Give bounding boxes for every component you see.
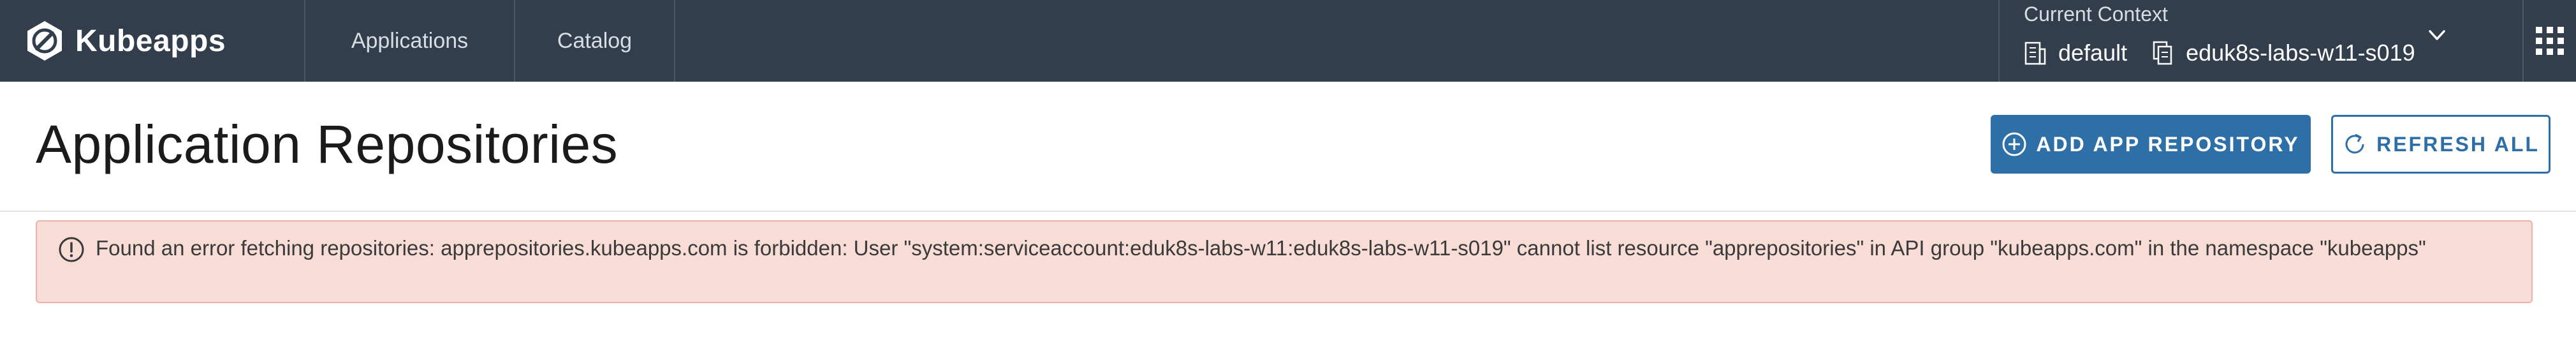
context-cluster: default (2058, 40, 2128, 66)
brand-name: Kubeapps (75, 24, 226, 58)
context-values: default eduk8s-labs-w11-s019 (2024, 40, 2415, 66)
context-selector[interactable]: Current Context default eduk8s-labs-w11-… (1998, 0, 2467, 82)
context-namespace: eduk8s-labs-w11-s019 (2186, 40, 2415, 66)
exclamation-circle-icon (59, 237, 84, 262)
error-alert: Found an error fetching repositories: ap… (36, 220, 2533, 303)
page-title: Application Repositories (36, 114, 618, 174)
context-title: Current Context (2024, 3, 2168, 26)
apps-menu-button[interactable] (2522, 0, 2576, 82)
top-header: Kubeapps Applications Catalog Current Co… (0, 0, 2576, 82)
plus-circle-icon (2002, 132, 2026, 156)
chevron-down-icon[interactable] (2426, 24, 2448, 46)
add-app-repository-button[interactable]: ADD APP REPOSITORY (1991, 115, 2311, 174)
building-icon (2024, 41, 2046, 65)
add-button-label: ADD APP REPOSITORY (2036, 132, 2300, 156)
nav-applications[interactable]: Applications (305, 0, 514, 82)
copy-icon (2153, 41, 2172, 65)
divider (0, 211, 2576, 212)
kubeapps-logo-icon (27, 21, 62, 61)
brand[interactable]: Kubeapps (0, 0, 304, 82)
refresh-icon (2345, 133, 2364, 154)
refresh-all-button[interactable]: REFRESH ALL (2331, 115, 2550, 174)
refresh-button-label: REFRESH ALL (2376, 132, 2540, 156)
nav-catalog[interactable]: Catalog (515, 0, 674, 82)
error-message: Found an error fetching repositories: ap… (96, 236, 2426, 260)
grid-icon (2536, 27, 2564, 55)
